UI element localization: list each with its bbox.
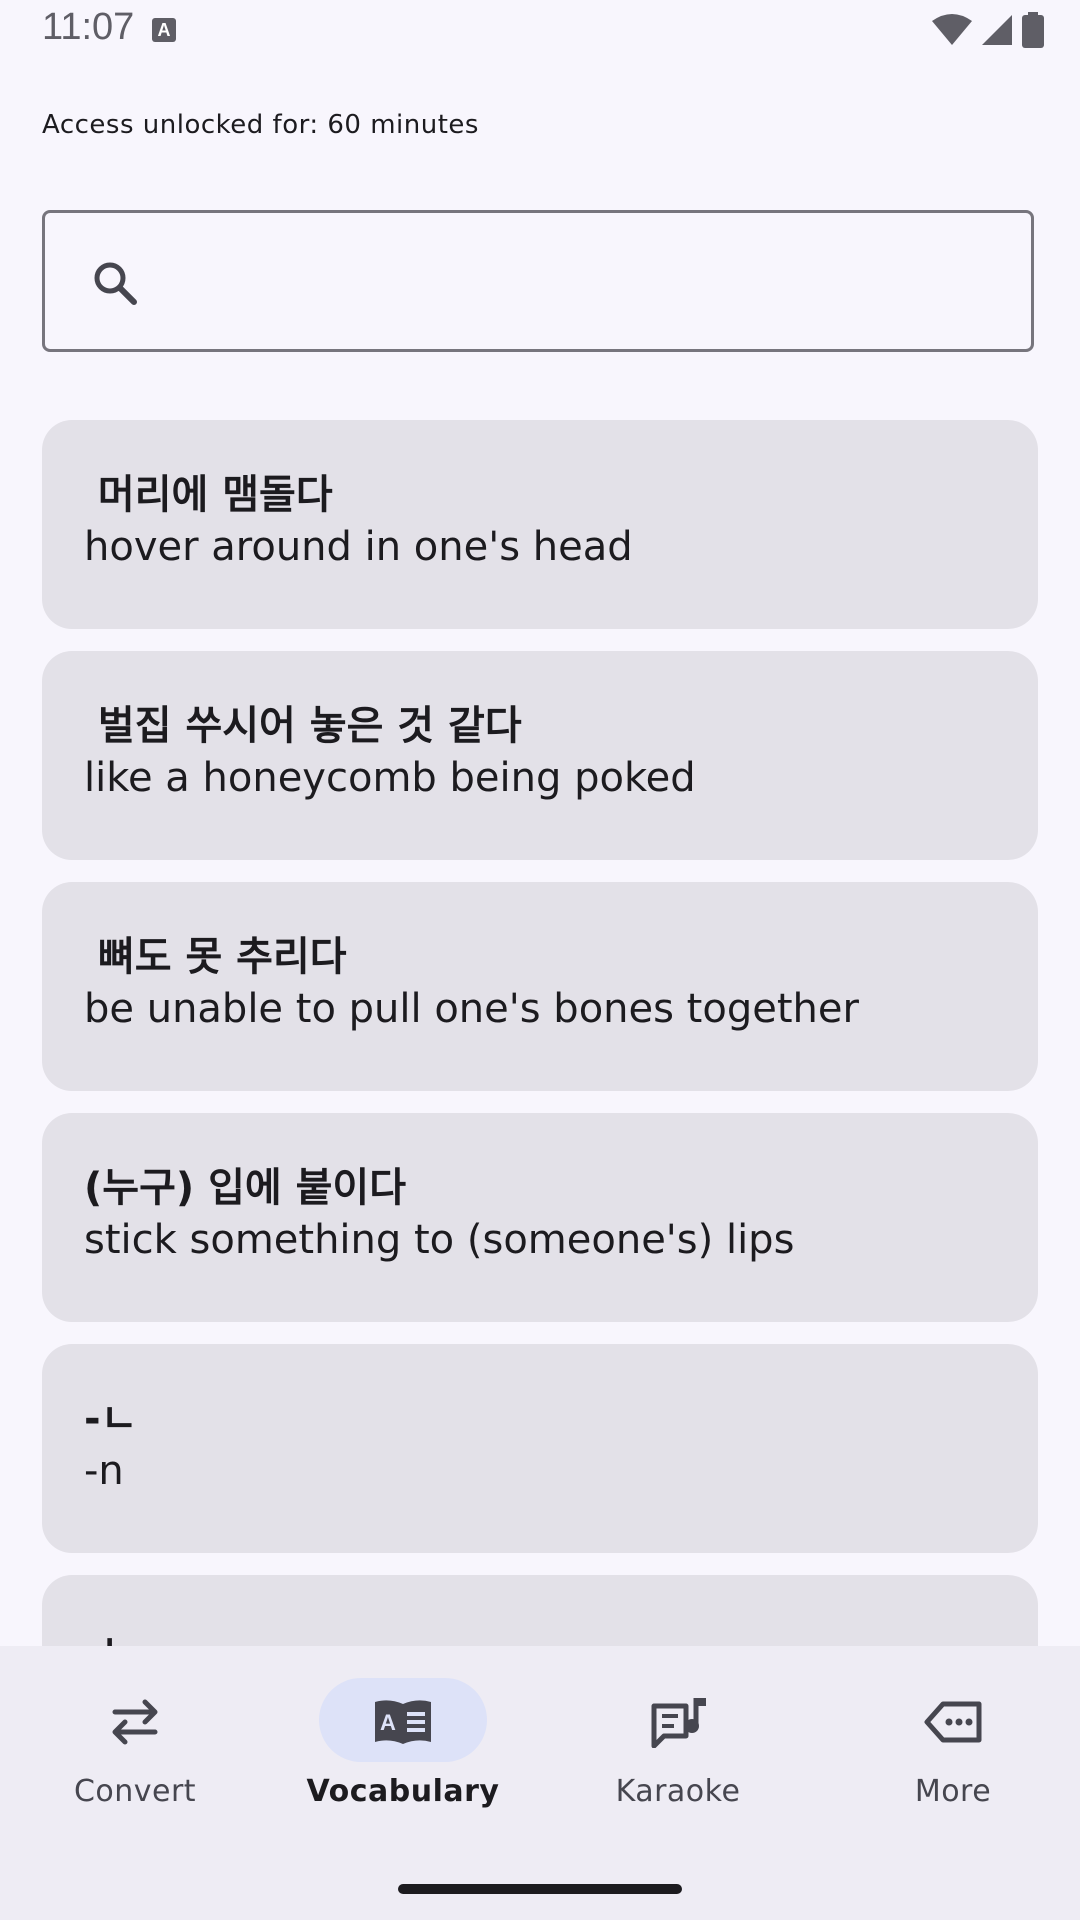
vocab-english: hover around in one's head <box>84 524 633 570</box>
access-status-text: Access unlocked for: 60 minutes <box>42 110 479 140</box>
status-time: 11:07 <box>42 6 135 48</box>
svg-text:A: A <box>380 1710 396 1735</box>
vocab-english: be unable to pull one's bones together <box>84 986 859 1032</box>
swap-icon <box>112 1699 158 1745</box>
vocab-card[interactable]: -ㄴ <box>42 1575 1038 1646</box>
wifi-icon <box>932 14 972 45</box>
vocab-card[interactable]: 뼈도 못 추리다 be unable to pull one's bones t… <box>42 882 1038 1091</box>
nav-item-convert[interactable]: Convert <box>0 1646 270 1846</box>
vocabulary-list[interactable]: 머리에 맴돌다 hover around in one's head 벌집 쑤시… <box>42 420 1038 1646</box>
bottom-navigation: Convert A Vocabulary Karaoke More <box>0 1646 1080 1920</box>
a-badge-icon: A <box>152 18 176 42</box>
nav-item-vocabulary[interactable]: A Vocabulary <box>268 1646 538 1846</box>
vocab-card[interactable]: (누구) 입에 붙이다 stick something to (someone'… <box>42 1113 1038 1322</box>
nav-label-karaoke: Karaoke <box>615 1774 741 1809</box>
search-input[interactable] <box>42 210 1034 352</box>
vocab-english: -n <box>84 1448 124 1494</box>
search-icon <box>94 262 137 305</box>
battery-icon <box>1022 12 1044 48</box>
nav-item-more[interactable]: More <box>818 1646 1080 1846</box>
status-bar: 11:07 A <box>0 0 1080 62</box>
vocab-english: stick something to (someone's) lips <box>84 1217 795 1263</box>
vocab-korean: 벌집 쑤시어 놓은 것 같다 <box>84 703 522 749</box>
nav-label-vocabulary: Vocabulary <box>306 1774 500 1809</box>
nav-label-more: More <box>914 1774 992 1809</box>
vocab-card[interactable]: -ㄴ -n <box>42 1344 1038 1553</box>
lyrics-icon <box>651 1698 706 1748</box>
vocab-english: like a honeycomb being poked <box>84 755 696 801</box>
label-icon <box>924 1701 982 1743</box>
vocab-korean: -ㄴ <box>84 1396 138 1442</box>
vocab-card[interactable]: 벌집 쑤시어 놓은 것 같다 like a honeycomb being po… <box>42 651 1038 860</box>
vocab-korean: -ㄴ <box>84 1625 996 1646</box>
nav-label-convert: Convert <box>73 1774 197 1809</box>
vocab-korean: 머리에 맴돌다 <box>84 472 333 518</box>
nav-item-karaoke[interactable]: Karaoke <box>543 1646 813 1846</box>
home-indicator[interactable] <box>398 1884 682 1894</box>
book-icon: A <box>375 1700 431 1744</box>
signal-icon <box>982 15 1012 45</box>
vocab-card[interactable]: 머리에 맴돌다 hover around in one's head <box>42 420 1038 629</box>
vocab-korean: (누구) 입에 붙이다 <box>84 1165 407 1211</box>
vocab-korean: 뼈도 못 추리다 <box>84 934 347 980</box>
status-icons <box>932 12 1044 48</box>
